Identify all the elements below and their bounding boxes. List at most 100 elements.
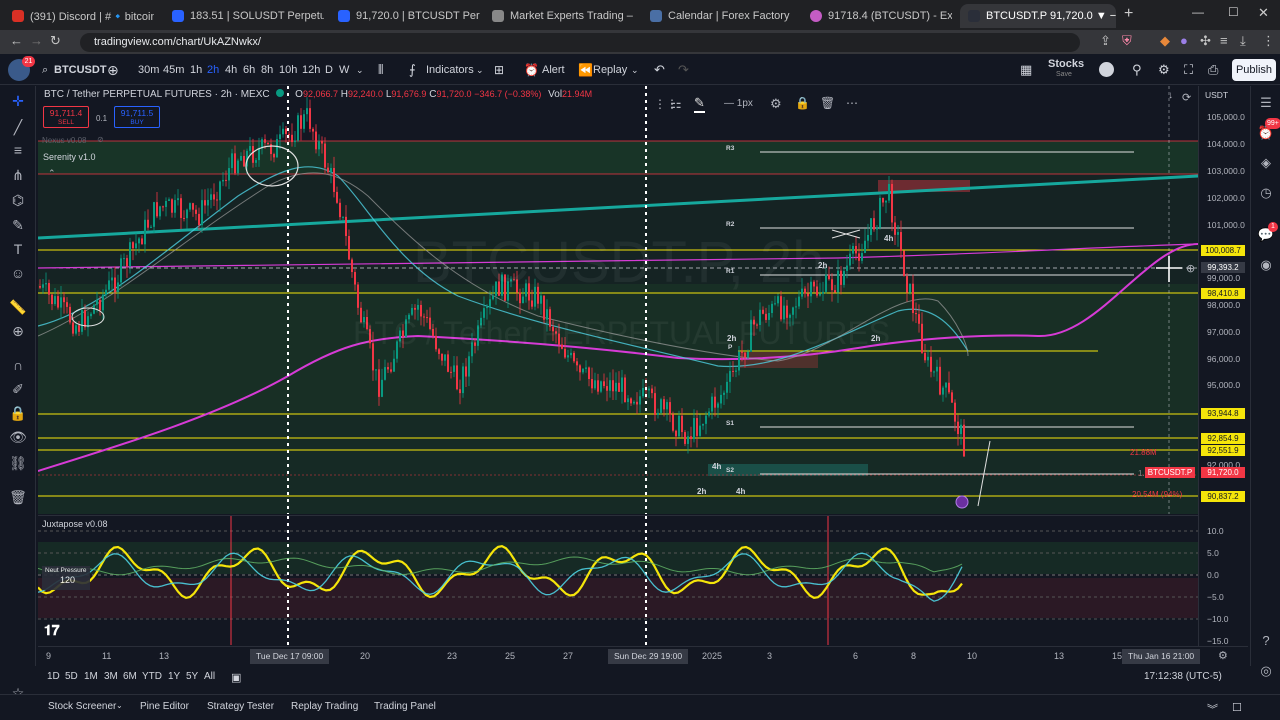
interval-8h[interactable]: 8h bbox=[261, 55, 273, 85]
indicators-icon[interactable]: ⨍ bbox=[409, 55, 416, 85]
range-3m[interactable]: 3M bbox=[104, 671, 118, 682]
settings-icon[interactable]: ⚙ bbox=[770, 96, 782, 112]
ruler-icon[interactable]: 📏 bbox=[9, 298, 27, 316]
pine-editor-tab[interactable]: Pine Editor bbox=[140, 701, 189, 712]
link-icon[interactable]: ⛓ bbox=[9, 454, 27, 472]
layout-menu-icon[interactable] bbox=[1099, 62, 1114, 77]
extension-icon[interactable]: ● bbox=[1180, 33, 1188, 48]
horizontal-lines-icon[interactable]: ≡ bbox=[9, 141, 27, 159]
interval-4h[interactable]: 4h bbox=[225, 55, 237, 85]
indicators-dropdown-icon[interactable]: ⌄ bbox=[476, 55, 484, 85]
range-1m[interactable]: 1M bbox=[84, 671, 98, 682]
trend-line-icon[interactable]: ╱ bbox=[9, 118, 27, 136]
text-tool-icon[interactable]: T bbox=[9, 240, 27, 258]
price-scale[interactable]: USDT 105,000.0 104,000.0 103,000.0 102,0… bbox=[1145, 86, 1248, 646]
forward-icon[interactable]: → bbox=[30, 33, 43, 48]
replay-dropdown-icon[interactable]: ⌄ bbox=[631, 55, 639, 85]
signal-icon[interactable]: ◉ bbox=[1257, 256, 1275, 274]
panel-maximize-icon[interactable]: ☐ bbox=[1232, 701, 1242, 714]
replay-icon[interactable]: ⏪ bbox=[578, 55, 593, 85]
delete-icon[interactable]: 🗑 bbox=[820, 96, 835, 110]
replay-button[interactable]: Replay bbox=[593, 55, 627, 85]
axis-settings-icon[interactable]: ⚙ bbox=[1218, 649, 1228, 662]
patterns-icon[interactable]: ⌬ bbox=[9, 191, 27, 209]
interval-10h[interactable]: 10h bbox=[279, 55, 297, 85]
camera-icon[interactable]: ⎙ bbox=[1208, 55, 1218, 85]
fullscreen-icon[interactable]: ⛶ bbox=[1184, 55, 1193, 85]
reload-chart-icon[interactable]: ⟳ bbox=[1182, 91, 1191, 104]
reload-icon[interactable]: ↻ bbox=[50, 33, 61, 49]
publish-button[interactable]: Publish bbox=[1232, 59, 1276, 81]
emoji-icon[interactable]: ☺ bbox=[9, 264, 27, 282]
share-icon[interactable]: ⇪ bbox=[1100, 33, 1111, 49]
range-5y[interactable]: 5Y bbox=[186, 671, 198, 682]
replay-trading-tab[interactable]: Replay Trading bbox=[291, 701, 358, 712]
extension-fox-icon[interactable]: ◆ bbox=[1160, 33, 1170, 49]
trading-panel-tab[interactable]: Trading Panel bbox=[374, 701, 436, 712]
maximize-icon[interactable]: ☐ bbox=[1228, 5, 1239, 19]
symbol-button[interactable]: BTCUSDT bbox=[54, 55, 107, 85]
screener-dropdown-icon[interactable]: ⌄ bbox=[116, 701, 123, 710]
download-icon[interactable]: ⤓ bbox=[1240, 33, 1246, 49]
trash-icon[interactable]: 🗑 bbox=[9, 488, 27, 506]
brave-shield-icon[interactable]: ⛨ bbox=[1122, 33, 1132, 49]
crosshair-icon[interactable]: ✛ bbox=[9, 92, 27, 110]
event-marker[interactable] bbox=[955, 495, 969, 509]
sell-button[interactable]: 91,711.4 SELL bbox=[43, 106, 89, 128]
lock-drawing-icon[interactable]: ✐ bbox=[9, 380, 27, 398]
hidden-eye-icon[interactable]: ⊘ bbox=[97, 135, 104, 144]
stock-screener-tab[interactable]: Stock Screener bbox=[48, 701, 116, 712]
eye-icon[interactable]: 👁 bbox=[9, 428, 27, 446]
collapse-legend-icon[interactable]: ⌃ bbox=[48, 168, 56, 179]
bookmarks-icon[interactable]: ≡ bbox=[1220, 33, 1228, 48]
interval-d[interactable]: D bbox=[325, 55, 333, 85]
help-icon[interactable]: ? bbox=[1257, 632, 1275, 650]
line-width-button[interactable]: — 1px bbox=[724, 98, 753, 109]
compare-add-icon[interactable]: ⊕ bbox=[107, 55, 119, 85]
browser-tab[interactable]: 91718.4 (BTCUSDT) - Exocharts bbox=[802, 4, 952, 28]
watchlist-icon[interactable]: ☰ bbox=[1257, 94, 1275, 112]
new-tab-icon[interactable]: + bbox=[1124, 5, 1133, 23]
date-range-icon[interactable]: ▣ bbox=[231, 671, 241, 684]
clock-icon[interactable]: ◷ bbox=[1257, 184, 1275, 202]
lock-icon[interactable]: 🔒 bbox=[795, 96, 810, 110]
interval-1h[interactable]: 1h bbox=[190, 55, 202, 85]
templates-icon[interactable]: ⊞ bbox=[494, 55, 504, 85]
panel-collapse-icon[interactable]: ︾ bbox=[1207, 701, 1218, 717]
range-6m[interactable]: 6M bbox=[123, 671, 137, 682]
range-all[interactable]: All bbox=[204, 671, 215, 682]
minimize-icon[interactable]: — bbox=[1192, 5, 1204, 19]
serenity-indicator-label[interactable]: Serenity v1.0 bbox=[43, 152, 96, 162]
currency-select[interactable]: USDT bbox=[1205, 90, 1228, 100]
time-axis[interactable]: 9 11 13 Tue Dec 17 09:00 20 23 25 27 Sun… bbox=[38, 646, 1248, 666]
quick-search-icon[interactable]: ⚲ bbox=[1132, 55, 1142, 85]
template-icon[interactable]: ⚏ bbox=[670, 96, 682, 112]
interval-30m[interactable]: 30m bbox=[138, 55, 159, 85]
close-window-icon[interactable]: ✕ bbox=[1258, 5, 1269, 21]
oscillator-pane[interactable]: Juxtapose v0.08 Neut Pressure 120 𝟏𝟕 bbox=[38, 515, 1198, 645]
redo-icon[interactable]: ↷ bbox=[678, 55, 689, 85]
layout-icon[interactable]: ▦ bbox=[1020, 55, 1032, 85]
brush-icon[interactable]: ✎ bbox=[9, 216, 27, 234]
magnet-icon[interactable]: ∩ bbox=[9, 356, 27, 374]
symbol-title[interactable]: BTC / Tether PERPETUAL FUTURES · 2h · ME… bbox=[44, 89, 270, 100]
interval-w[interactable]: W bbox=[339, 55, 349, 85]
alert-button[interactable]: Alert bbox=[542, 55, 565, 85]
symbol-search-icon[interactable]: ⌕ bbox=[42, 55, 48, 85]
layers-icon[interactable]: ◈ bbox=[1257, 154, 1275, 172]
interval-dropdown-icon[interactable]: ⌄ bbox=[356, 55, 364, 85]
interval-45m[interactable]: 45m bbox=[163, 55, 184, 85]
strategy-tester-tab[interactable]: Strategy Tester bbox=[207, 701, 274, 712]
browser-tab[interactable]: 91,720.0 | BTCUSDT Perpetual USDT bbox=[330, 4, 480, 28]
juxtapose-indicator-label[interactable]: Juxtapose v0.08 bbox=[42, 519, 108, 529]
range-1d[interactable]: 1D bbox=[47, 671, 60, 682]
zoom-in-icon[interactable]: ⊕ bbox=[9, 322, 27, 340]
browser-tab[interactable]: Calendar | Forex Factory bbox=[642, 4, 792, 28]
browser-tab[interactable]: Market Experts Trading – Killing The bbox=[484, 4, 634, 28]
pitchfork-icon[interactable]: ⋔ bbox=[9, 166, 27, 184]
more-options-icon[interactable]: ⋯ bbox=[846, 96, 858, 110]
browser-tab[interactable]: (391) Discord | #🔹bitcoin🔹| Ma bbox=[4, 4, 154, 28]
range-5d[interactable]: 5D bbox=[65, 671, 78, 682]
menu-icon[interactable]: ⋮ bbox=[1262, 33, 1275, 49]
ideas-icon[interactable]: ◎ bbox=[1257, 662, 1275, 680]
